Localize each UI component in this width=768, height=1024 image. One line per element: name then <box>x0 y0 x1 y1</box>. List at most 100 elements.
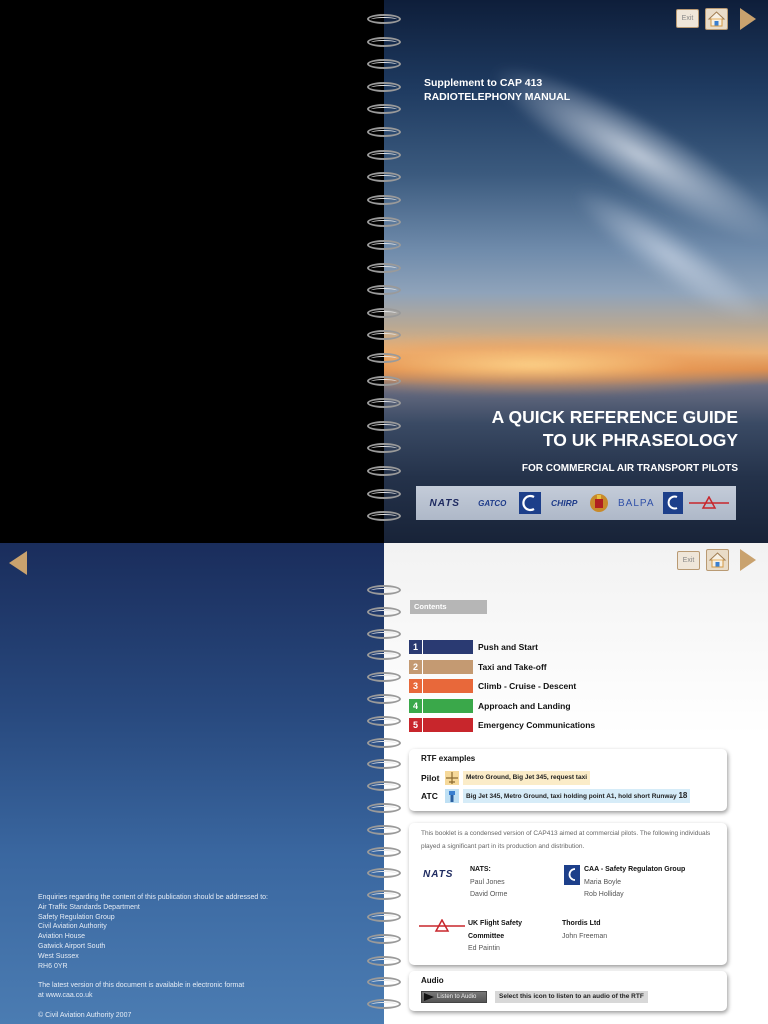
ukfsc-logo <box>419 918 465 933</box>
credits-person: John Freeman <box>562 932 608 940</box>
rtf-pilot-row: Pilot Metro Ground, Big Jet 345, request… <box>421 770 590 786</box>
rtf-pilot-label: Pilot <box>421 773 440 783</box>
contents-item-colour-bar <box>423 698 473 713</box>
rtf-atc-row: ATC Big Jet 345, Metro Ground, taxi hold… <box>421 788 691 804</box>
rtf-examples-panel: RTF examples Pilot Metro Ground, Big Jet… <box>409 749 727 811</box>
rtf-atc-phrase: Big Jet 345, Metro Ground, taxi holding … <box>466 793 677 800</box>
balpa-logo: BALPA <box>618 497 655 509</box>
inside-cover-page: Enquiries regarding the content of this … <box>0 543 384 1024</box>
rtf-atc-runway: 18 <box>678 791 688 800</box>
credits-nats: NATS: Paul Jones David Orme <box>470 864 507 902</box>
contents-item-push-and-start[interactable]: 1 Push and Start <box>409 639 538 654</box>
credits-caa: CAA - Safety Regulaton Group Maria Boyle… <box>584 864 685 902</box>
home-button[interactable] <box>706 549 729 571</box>
contents-item-number: 3 <box>409 678 423 693</box>
credits-ukfsc-heading-line1: UK Flight Safety <box>468 920 523 927</box>
next-page-arrow-icon[interactable] <box>739 7 757 31</box>
spiral-coil <box>367 420 401 431</box>
credits-caa-heading: CAA - Safety Regulaton Group <box>584 866 686 873</box>
aircraft-icon <box>445 771 459 785</box>
cover-supplement-line2: RADIOTELEPHONY MANUAL <box>424 91 571 103</box>
contents-item-label: Push and Start <box>478 641 538 652</box>
credits-ukfsc-heading-line2: Committee <box>468 932 505 940</box>
credits-thordis: Thordis Ltd John Freeman <box>562 918 607 943</box>
spiral-coil <box>367 127 401 137</box>
cover-title-line1: A QUICK REFERENCE GUIDE <box>491 407 738 427</box>
contents-item-number: 5 <box>409 717 423 732</box>
spiral-coil <box>367 606 401 617</box>
contents-item-number: 1 <box>409 639 423 654</box>
cover-title: A QUICK REFERENCE GUIDE TO UK PHRASEOLOG… <box>492 406 738 452</box>
exit-label: Exit <box>682 557 695 564</box>
contents-item-colour-bar <box>423 639 473 654</box>
contents-item-label: Emergency Communications <box>478 719 596 730</box>
enquiries-line: Aviation House <box>38 933 85 941</box>
cover-supplement-line1: Supplement to CAP 413 <box>424 77 543 89</box>
spiral-coil <box>367 81 401 92</box>
contents-item-label: Climb - Cruise - Descent <box>478 680 577 691</box>
spiral-coil <box>367 846 401 857</box>
enquiries-line: West Sussex <box>38 952 79 960</box>
rtf-examples-heading: RTF examples <box>421 754 476 763</box>
contents-item-colour-bar <box>423 678 473 693</box>
play-icon <box>424 993 434 1001</box>
spiral-coil <box>367 262 401 273</box>
nats-logo: NATS <box>429 497 460 509</box>
enquiries-line: RH6 0YR <box>38 962 68 970</box>
rtf-pilot-text: Metro Ground, Big Jet 345, request taxi <box>463 771 590 785</box>
credits-person: David Orme <box>470 891 508 898</box>
credits-person: Paul Jones <box>470 878 505 886</box>
spiral-coil <box>367 240 401 250</box>
audio-heading: Audio <box>421 976 444 985</box>
spiral-coil <box>367 933 401 944</box>
cover-title-line2: TO UK PHRASEOLOGY <box>542 430 738 450</box>
contents-item-approach-and-landing[interactable]: 4 Approach and Landing <box>409 698 571 713</box>
exit-button[interactable]: Exit <box>677 551 700 570</box>
home-button[interactable] <box>705 8 728 30</box>
contents-item-label: Approach and Landing <box>478 700 571 711</box>
spiral-coil <box>367 803 401 813</box>
spiral-coil <box>367 194 401 205</box>
home-icon <box>708 552 727 568</box>
enquiries-line: Safety Regulation Group <box>38 913 115 921</box>
spiral-coil <box>367 488 401 499</box>
previous-page-arrow-icon[interactable] <box>8 550 28 576</box>
enquiries-line: Civil Aviation Authority <box>38 923 107 931</box>
gatco-logo: GATCO <box>478 498 507 508</box>
cover-sunset-glow <box>384 335 768 395</box>
spiral-coil <box>367 375 401 386</box>
listen-to-audio-button[interactable]: Listen to Audio <box>421 991 487 1003</box>
coat-of-arms-logo <box>587 492 611 514</box>
spiral-coil <box>367 912 401 922</box>
spiral-coil <box>367 715 401 726</box>
cover-subtitle: FOR COMMERCIAL AIR TRANSPORT PILOTS <box>521 463 738 474</box>
contents-item-emergency-communications[interactable]: 5 Emergency Communications <box>409 717 595 732</box>
exit-label: Exit <box>681 15 694 22</box>
contents-item-climb-cruise-descent[interactable]: 3 Climb - Cruise - Descent <box>409 678 576 693</box>
website-line: at www.caa.co.uk <box>38 992 93 1000</box>
audio-description: Select this icon to listen to an audio o… <box>495 991 648 1003</box>
credits-panel: This booklet is a condensed version of C… <box>409 823 727 965</box>
contents-item-number: 4 <box>409 698 423 713</box>
contents-page: Contents 1 Push and Start 2 Taxi and Tak… <box>384 543 768 1024</box>
contents-item-colour-bar <box>423 659 473 674</box>
cover-inside-page <box>0 0 384 543</box>
next-page-arrow-icon[interactable] <box>739 548 757 572</box>
caa-logo <box>518 492 542 514</box>
ukfsc-logo <box>689 492 730 514</box>
spiral-coil <box>367 149 401 160</box>
cover-supplement: Supplement to CAP 413 RADIOTELEPHONY MAN… <box>424 76 570 104</box>
credits-person: Rob Holliday <box>584 891 624 898</box>
enquiries-line: Enquiries regarding the content of this … <box>38 894 268 901</box>
contents-item-taxi-and-take-off[interactable]: 2 Taxi and Take-off <box>409 659 547 674</box>
exit-button[interactable]: Exit <box>676 9 699 28</box>
control-tower-icon <box>445 789 459 803</box>
chirp-logo: CHIRP <box>551 498 578 508</box>
nats-logo: NATS <box>423 869 454 880</box>
enquiries-line: Air Traffic Standards Department <box>38 903 140 911</box>
spiral-coil <box>367 353 401 363</box>
credits-intro: This booklet is a condensed version of C… <box>421 830 711 850</box>
contents-item-colour-bar <box>423 717 473 732</box>
spiral-coil <box>367 737 401 748</box>
spiral-coil <box>367 307 401 318</box>
